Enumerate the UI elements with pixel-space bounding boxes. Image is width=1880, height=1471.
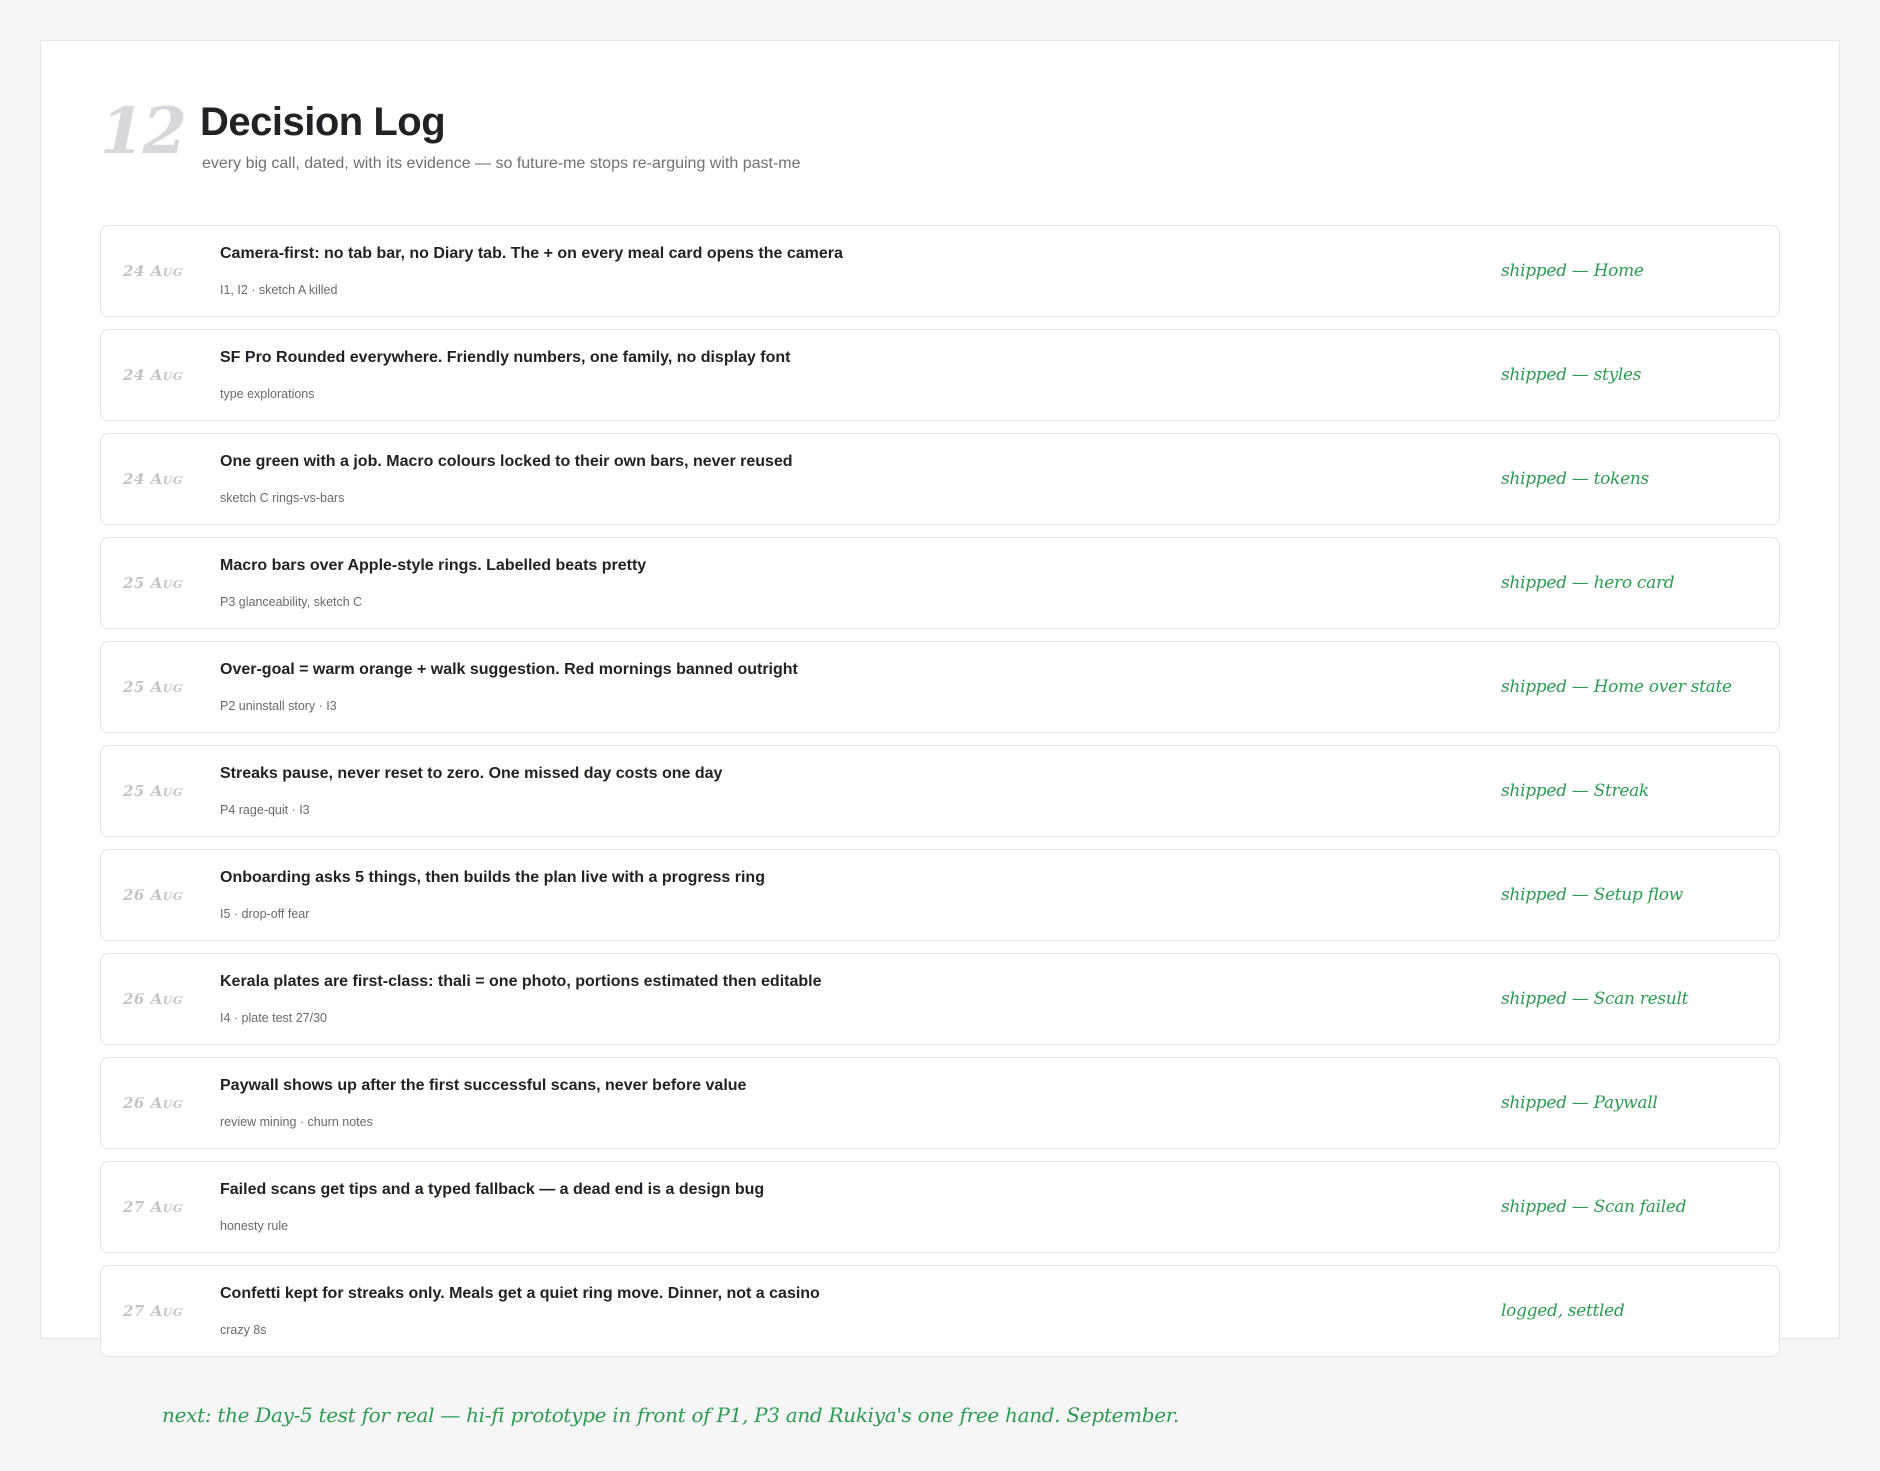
decision-date: 24 Aug [123,366,183,384]
decision-evidence: honesty rule [220,1219,289,1233]
decision-status: shipped — hero card [1501,573,1675,593]
next-step-note: next: the Day-5 test for real — hi-fi pr… [162,1403,1179,1427]
decision-title: Onboarding asks 5 things, then builds th… [220,869,765,886]
decision-status: shipped — tokens [1501,469,1649,489]
decision-evidence: sketch C rings-vs-bars [220,491,345,505]
decision-status: shipped — Scan failed [1501,1197,1687,1217]
decision-list: 24 Aug Camera-first: no tab bar, no Diar… [100,225,1780,1369]
decision-title: Camera-first: no tab bar, no Diary tab. … [220,245,843,262]
decision-status: shipped — Home over state [1501,677,1732,697]
decision-row: 24 Aug SF Pro Rounded everywhere. Friend… [100,329,1780,421]
decision-date: 26 Aug [123,1094,183,1112]
decision-title: Streaks pause, never reset to zero. One … [220,765,723,782]
decision-row: 27 Aug Failed scans get tips and a typed… [100,1161,1780,1253]
decision-title: Paywall shows up after the first success… [220,1077,747,1094]
decision-date: 27 Aug [123,1302,183,1320]
decision-date: 25 Aug [123,574,183,592]
decision-status: logged, settled [1501,1301,1625,1321]
page-title: Decision Log [200,100,446,144]
decision-row: 25 Aug Streaks pause, never reset to zer… [100,745,1780,837]
decision-date: 24 Aug [123,470,183,488]
decision-evidence: crazy 8s [220,1323,267,1337]
section-number: 12 [100,94,187,169]
decision-date: 26 Aug [123,886,183,904]
decision-title: One green with a job. Macro colours lock… [220,453,793,470]
decision-status: shipped — Paywall [1501,1093,1658,1113]
decision-status: shipped — Home [1501,261,1644,281]
decision-row: 26 Aug Paywall shows up after the first … [100,1057,1780,1149]
decision-title: Failed scans get tips and a typed fallba… [220,1181,765,1198]
decision-row: 25 Aug Over-goal = warm orange + walk su… [100,641,1780,733]
decision-title: Confetti kept for streaks only. Meals ge… [220,1285,820,1302]
decision-row: 24 Aug One green with a job. Macro colou… [100,433,1780,525]
decision-evidence: I5 · drop-off fear [220,907,310,921]
decision-date: 27 Aug [123,1198,183,1216]
decision-row: 26 Aug Kerala plates are first-class: th… [100,953,1780,1045]
decision-row: 25 Aug Macro bars over Apple-style rings… [100,537,1780,629]
decision-evidence: type explorations [220,387,315,401]
decision-date: 25 Aug [123,678,183,696]
page-subtitle: every big call, dated, with its evidence… [202,155,801,172]
decision-title: Macro bars over Apple-style rings. Label… [220,557,647,574]
decision-title: Kerala plates are first-class: thali = o… [220,973,822,990]
decision-status: shipped — Streak [1501,781,1649,801]
decision-evidence: P4 rage-quit · I3 [220,803,310,817]
decision-evidence: I4 · plate test 27/30 [220,1011,328,1025]
decision-row: 26 Aug Onboarding asks 5 things, then bu… [100,849,1780,941]
decision-row: 24 Aug Camera-first: no tab bar, no Diar… [100,225,1780,317]
decision-date: 26 Aug [123,990,183,1008]
decision-evidence: review mining · churn notes [220,1115,373,1129]
decision-evidence: P2 uninstall story · I3 [220,699,337,713]
decision-status: shipped — styles [1501,365,1642,385]
decision-status: shipped — Scan result [1501,989,1689,1009]
decision-date: 25 Aug [123,782,183,800]
decision-date: 24 Aug [123,262,183,280]
decision-evidence: P3 glanceability, sketch C [220,595,363,609]
decision-title: SF Pro Rounded everywhere. Friendly numb… [220,349,791,366]
decision-status: shipped — Setup flow [1501,885,1683,905]
decision-evidence: I1, I2 · sketch A killed [220,283,338,297]
decision-row: 27 Aug Confetti kept for streaks only. M… [100,1265,1780,1357]
decision-title: Over-goal = warm orange + walk suggestio… [220,661,798,678]
